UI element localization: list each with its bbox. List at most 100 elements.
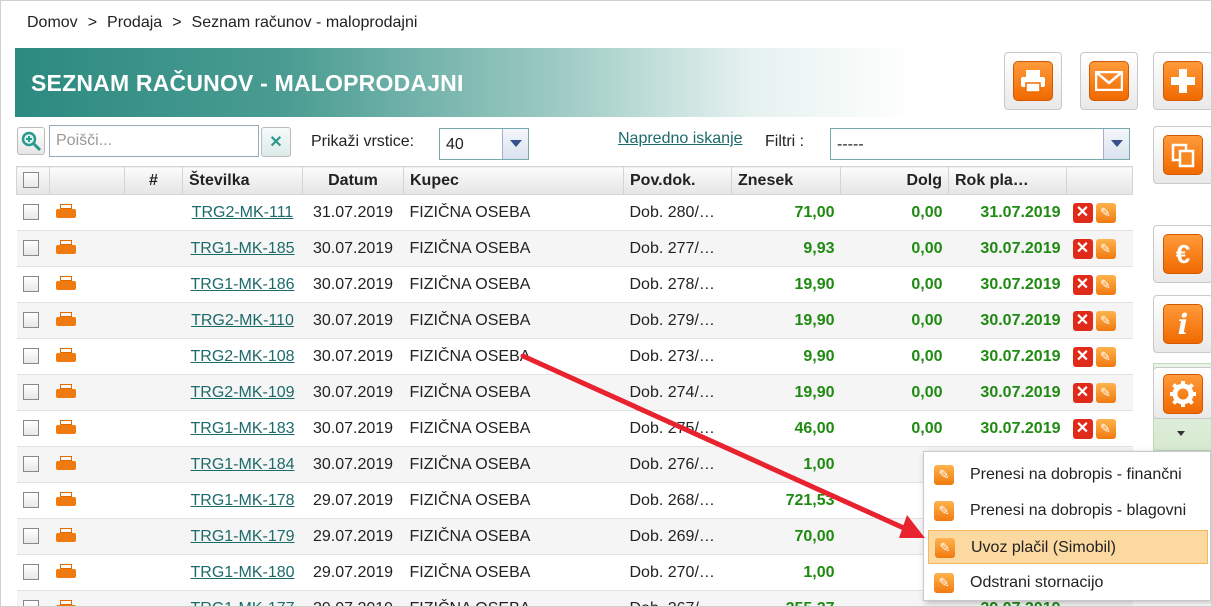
invoice-number-link[interactable]: TRG2-MK-108 xyxy=(190,348,294,365)
filters-select[interactable]: ----- xyxy=(830,128,1130,160)
row-print-cell[interactable] xyxy=(49,518,125,555)
printer-icon[interactable] xyxy=(55,312,76,328)
copy-button[interactable] xyxy=(1153,126,1211,184)
invoice-number-link[interactable]: TRG2-MK-110 xyxy=(191,312,294,329)
row-checkbox[interactable] xyxy=(22,276,39,293)
info-button[interactable]: i xyxy=(1153,295,1211,353)
search-input[interactable] xyxy=(49,125,259,157)
row-checkbox[interactable] xyxy=(22,420,39,437)
invoice-number-link[interactable]: TRG1-MK-179 xyxy=(190,528,294,545)
breadcrumb-sales[interactable]: Prodaja xyxy=(107,14,162,31)
col-header-number[interactable]: Številka xyxy=(182,166,303,195)
col-header-amount[interactable]: Znesek xyxy=(731,166,841,195)
row-number-cell[interactable]: TRG1-MK-185 xyxy=(182,230,303,267)
printer-icon[interactable] xyxy=(55,456,76,472)
row-number-cell[interactable]: TRG2-MK-108 xyxy=(182,338,303,375)
row-print-cell[interactable] xyxy=(49,194,125,231)
row-number-cell[interactable]: TRG1-MK-184 xyxy=(182,446,303,483)
row-select-cell[interactable] xyxy=(16,266,50,303)
menu-item-remove-cancellation[interactable]: ✎ Odstrani stornacijo xyxy=(928,566,1208,600)
row-checkbox[interactable] xyxy=(22,312,39,329)
row-checkbox[interactable] xyxy=(22,204,39,221)
row-select-cell[interactable] xyxy=(16,194,50,231)
row-select-cell[interactable] xyxy=(16,518,50,555)
row-print-cell[interactable] xyxy=(49,410,125,447)
delete-icon[interactable]: ✕ xyxy=(1072,310,1093,331)
edit-icon[interactable]: ✎ xyxy=(1095,382,1116,403)
settings-dropdown-caret-icon[interactable] xyxy=(1177,431,1185,436)
row-number-cell[interactable]: TRG1-MK-177 xyxy=(182,590,303,607)
row-print-cell[interactable] xyxy=(49,230,125,267)
edit-icon[interactable]: ✎ xyxy=(1095,310,1116,331)
row-number-cell[interactable]: TRG2-MK-110 xyxy=(182,302,303,339)
row-print-cell[interactable] xyxy=(49,482,125,519)
delete-icon[interactable]: ✕ xyxy=(1072,346,1093,367)
printer-icon[interactable] xyxy=(55,564,76,580)
printer-icon[interactable] xyxy=(55,384,76,400)
printer-icon[interactable] xyxy=(55,528,76,544)
table-row[interactable]: TRG1-MK-186 30.07.2019 FIZIČNA OSEBA Dob. 2… xyxy=(16,266,1133,303)
row-number-cell[interactable]: TRG1-MK-186 xyxy=(182,266,303,303)
invoice-number-link[interactable]: TRG1-MK-184 xyxy=(190,456,294,473)
row-select-cell[interactable] xyxy=(16,482,50,519)
rows-select[interactable]: 40 xyxy=(439,128,529,160)
row-checkbox[interactable] xyxy=(22,600,39,606)
row-select-cell[interactable] xyxy=(16,374,50,411)
col-header-index[interactable]: # xyxy=(124,166,183,195)
row-select-cell[interactable] xyxy=(16,302,50,339)
chevron-down-icon[interactable] xyxy=(502,129,528,159)
print-button[interactable] xyxy=(1004,52,1062,110)
chevron-down-icon[interactable] xyxy=(1103,129,1129,159)
row-checkbox[interactable] xyxy=(22,528,39,545)
search-button[interactable] xyxy=(17,127,45,155)
printer-icon[interactable] xyxy=(55,600,76,606)
menu-item-import-payments[interactable]: ✎ Uvoz plačil (Simobil) xyxy=(928,530,1208,564)
email-button[interactable] xyxy=(1080,52,1138,110)
row-checkbox[interactable] xyxy=(22,492,39,509)
col-header-reference[interactable]: Pov.dok. xyxy=(623,166,732,195)
row-select-cell[interactable] xyxy=(16,338,50,375)
row-number-cell[interactable]: TRG1-MK-178 xyxy=(182,482,303,519)
delete-icon[interactable]: ✕ xyxy=(1072,382,1093,403)
row-print-cell[interactable] xyxy=(49,554,125,591)
col-header-customer[interactable]: Kupec xyxy=(403,166,624,195)
printer-icon[interactable] xyxy=(55,492,76,508)
row-checkbox[interactable] xyxy=(22,456,39,473)
table-row[interactable]: TRG2-MK-109 30.07.2019 FIZIČNA OSEBA Dob. 2… xyxy=(16,374,1133,411)
invoice-number-link[interactable]: TRG1-MK-180 xyxy=(190,564,294,581)
invoice-number-link[interactable]: TRG1-MK-177 xyxy=(190,600,294,607)
row-print-cell[interactable] xyxy=(49,338,125,375)
select-all-header[interactable] xyxy=(16,166,50,195)
row-number-cell[interactable]: TRG1-MK-179 xyxy=(182,518,303,555)
menu-item-credit-note-financial[interactable]: ✎ Prenesi na dobropis - finančni xyxy=(928,458,1208,492)
clear-search-button[interactable]: ✕ xyxy=(261,127,291,157)
table-row[interactable]: TRG2-MK-108 30.07.2019 FIZIČNA OSEBA Dob. 2… xyxy=(16,338,1133,375)
menu-item-credit-note-goods[interactable]: ✎ Prenesi na dobropis - blagovni xyxy=(928,494,1208,528)
row-number-cell[interactable]: TRG2-MK-111 xyxy=(182,194,303,231)
invoice-number-link[interactable]: TRG1-MK-178 xyxy=(190,492,294,509)
row-print-cell[interactable] xyxy=(49,446,125,483)
printer-icon[interactable] xyxy=(55,204,76,220)
row-checkbox[interactable] xyxy=(22,348,39,365)
delete-icon[interactable]: ✕ xyxy=(1072,418,1093,439)
row-checkbox[interactable] xyxy=(22,240,39,257)
row-number-cell[interactable]: TRG1-MK-180 xyxy=(182,554,303,591)
col-header-debt[interactable]: Dolg xyxy=(840,166,949,195)
printer-icon[interactable] xyxy=(55,348,76,364)
edit-icon[interactable]: ✎ xyxy=(1095,202,1116,223)
edit-icon[interactable]: ✎ xyxy=(1095,418,1116,439)
row-select-cell[interactable] xyxy=(16,554,50,591)
edit-icon[interactable]: ✎ xyxy=(1095,274,1116,295)
advanced-search-link[interactable]: Napredno iskanje xyxy=(618,130,743,148)
invoice-number-link[interactable]: TRG1-MK-186 xyxy=(190,276,294,293)
row-checkbox[interactable] xyxy=(22,564,39,581)
row-select-cell[interactable] xyxy=(16,590,50,606)
printer-icon[interactable] xyxy=(55,276,76,292)
edit-icon[interactable]: ✎ xyxy=(1095,346,1116,367)
row-select-cell[interactable] xyxy=(16,446,50,483)
payment-button[interactable]: € xyxy=(1153,225,1211,283)
invoice-number-link[interactable]: TRG1-MK-183 xyxy=(190,420,294,437)
table-row[interactable]: TRG1-MK-185 30.07.2019 FIZIČNA OSEBA Dob. 2… xyxy=(16,230,1133,267)
row-checkbox[interactable] xyxy=(22,384,39,401)
delete-icon[interactable]: ✕ xyxy=(1072,274,1093,295)
